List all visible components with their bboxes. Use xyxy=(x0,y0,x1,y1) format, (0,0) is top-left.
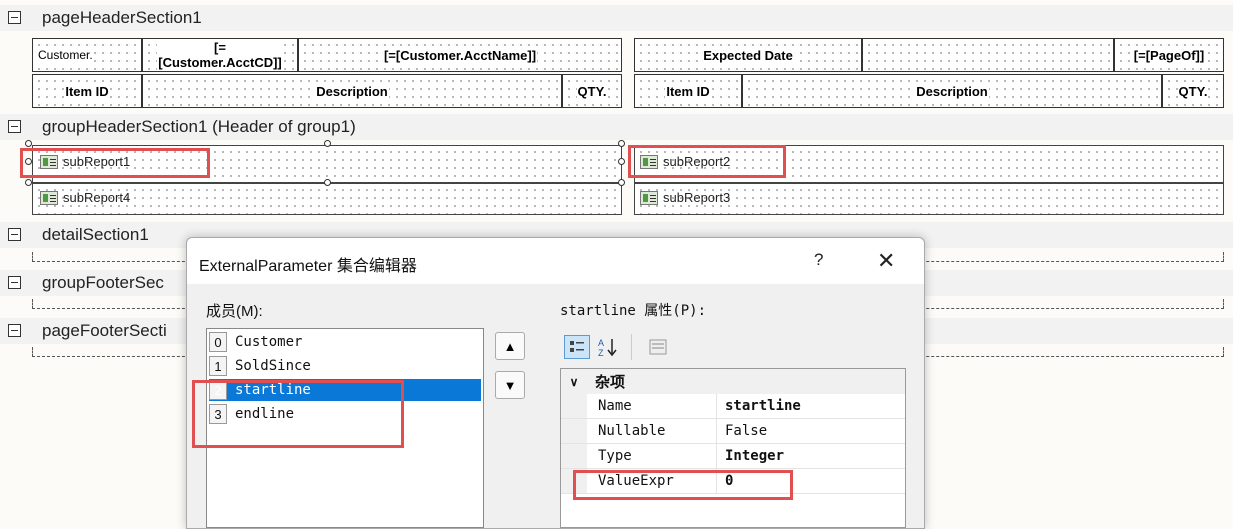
property-value[interactable]: startline xyxy=(725,398,801,414)
page-footer-band-title: pageFooterSecti xyxy=(42,321,167,340)
move-down-button[interactable]: ▼ xyxy=(495,371,525,399)
category-row[interactable]: ∨ 杂项 xyxy=(561,369,905,394)
highlight-box xyxy=(628,145,786,178)
group-header-band-title: groupHeaderSection1 (Header of group1) xyxy=(42,117,356,136)
property-value[interactable]: False xyxy=(725,423,767,439)
page-of-text: [=[PageOf]] xyxy=(1132,47,1206,63)
subreport3[interactable]: subReport3 xyxy=(640,190,730,205)
description-header-left[interactable]: Description xyxy=(142,74,562,108)
subreport4[interactable]: subReport4 xyxy=(40,190,130,205)
external-parameter-collection-editor[interactable]: ExternalParameter 集合编辑器 ? ✕ 成员(M): 0 Cus… xyxy=(186,237,925,529)
acct-name-field[interactable]: [=[Customer.AcctName]] xyxy=(298,38,622,72)
qty-right-text: QTY. xyxy=(1177,83,1209,99)
chevron-down-icon[interactable]: ∨ xyxy=(561,375,587,389)
svg-text:Z: Z xyxy=(598,348,604,357)
member-index: 0 xyxy=(209,332,227,352)
property-name: Nullable xyxy=(598,423,666,439)
subreport3-label: subReport3 xyxy=(663,190,731,205)
property-row-nullable[interactable]: Nullable False xyxy=(561,419,905,444)
property-name: Type xyxy=(598,448,632,464)
customer-label-text: Customer. xyxy=(37,47,94,63)
page-header-band-title: pageHeaderSection1 xyxy=(42,8,202,27)
item-id-left-text: Item ID xyxy=(64,83,110,99)
subreport-icon xyxy=(640,190,658,205)
property-row-type[interactable]: Type Integer xyxy=(561,444,905,469)
member-index: 1 xyxy=(209,356,227,376)
collapse-toggle-icon[interactable] xyxy=(8,324,21,337)
qty-header-right[interactable]: QTY. xyxy=(1162,74,1224,108)
member-name: SoldSince xyxy=(235,358,311,374)
toolbar-divider xyxy=(631,334,632,360)
customer-label-field[interactable]: Customer. xyxy=(32,38,142,72)
categorized-button[interactable] xyxy=(564,335,590,359)
item-id-header-right[interactable]: Item ID xyxy=(634,74,742,108)
detail-band-title: detailSection1 xyxy=(42,225,149,244)
acct-cd-text: [= [Customer.AcctCD]] xyxy=(157,40,283,70)
acct-name-text: [=[Customer.AcctName]] xyxy=(382,47,538,63)
highlight-box xyxy=(573,470,793,500)
subreport-icon xyxy=(40,190,58,205)
page-of-field[interactable]: [=[PageOf]] xyxy=(1114,38,1224,72)
description-header-right[interactable]: Description xyxy=(742,74,1162,108)
categorized-icon xyxy=(570,341,584,352)
subreport4-label: subReport4 xyxy=(63,190,131,205)
arrow-up-icon: ▲ xyxy=(503,338,517,354)
sort-az-icon: AZ xyxy=(598,338,617,357)
group-footer-band-title: groupFooterSec xyxy=(42,273,164,292)
blank-field[interactable] xyxy=(862,38,1114,72)
resize-handle[interactable] xyxy=(618,158,625,165)
arrow-down-icon: ▼ xyxy=(503,377,517,393)
resize-handle[interactable] xyxy=(324,179,331,186)
expected-date-field[interactable]: Expected Date xyxy=(634,38,862,72)
collapse-toggle-icon[interactable] xyxy=(8,120,21,133)
qty-header-left[interactable]: QTY. xyxy=(562,74,622,108)
move-up-button[interactable]: ▲ xyxy=(495,332,525,360)
alphabetical-button[interactable]: AZ xyxy=(595,335,621,359)
property-grid[interactable]: ∨ 杂项 Name startline Nullable False Type … xyxy=(560,368,906,528)
property-row-name[interactable]: Name startline xyxy=(561,394,905,419)
expected-date-text: Expected Date xyxy=(702,47,794,63)
member-item-soldsince[interactable]: 1 SoldSince xyxy=(209,355,481,377)
property-value[interactable]: Integer xyxy=(725,448,784,464)
resize-handle[interactable] xyxy=(324,140,331,147)
resize-handle[interactable] xyxy=(25,140,32,147)
qty-left-text: QTY. xyxy=(576,83,608,99)
highlight-box xyxy=(20,148,210,178)
acct-cd-field[interactable]: [= [Customer.AcctCD]] xyxy=(142,38,298,72)
dialog-title: ExternalParameter 集合编辑器 xyxy=(199,258,417,275)
resize-handle[interactable] xyxy=(618,179,625,186)
resize-handle[interactable] xyxy=(25,179,32,186)
description-right-text: Description xyxy=(915,83,989,99)
resize-handle[interactable] xyxy=(618,140,625,147)
item-id-header-left[interactable]: Item ID xyxy=(32,74,142,108)
collapse-toggle-icon[interactable] xyxy=(8,276,21,289)
member-item-customer[interactable]: 0 Customer xyxy=(209,331,481,353)
property-name: Name xyxy=(598,398,632,414)
collapse-toggle-icon[interactable] xyxy=(8,11,21,24)
category-label: 杂项 xyxy=(595,374,626,391)
members-label: 成员(M): xyxy=(206,303,263,320)
page-header-band[interactable]: pageHeaderSection1 xyxy=(0,5,1233,31)
dialog-titlebar[interactable]: ExternalParameter 集合编辑器 ? ✕ xyxy=(187,238,924,284)
help-button[interactable]: ? xyxy=(814,250,823,270)
group-header-band[interactable]: groupHeaderSection1 (Header of group1) xyxy=(0,114,1233,140)
close-icon[interactable]: ✕ xyxy=(877,248,895,274)
properties-label: startline 属性(P): xyxy=(560,303,707,319)
highlight-box xyxy=(192,380,404,448)
description-left-text: Description xyxy=(315,83,389,99)
item-id-right-text: Item ID xyxy=(665,83,711,99)
member-name: Customer xyxy=(235,334,303,350)
collapse-toggle-icon[interactable] xyxy=(8,228,21,241)
property-pages-button[interactable] xyxy=(645,335,671,359)
svg-text:A: A xyxy=(598,338,604,348)
property-pages-icon xyxy=(649,339,667,355)
